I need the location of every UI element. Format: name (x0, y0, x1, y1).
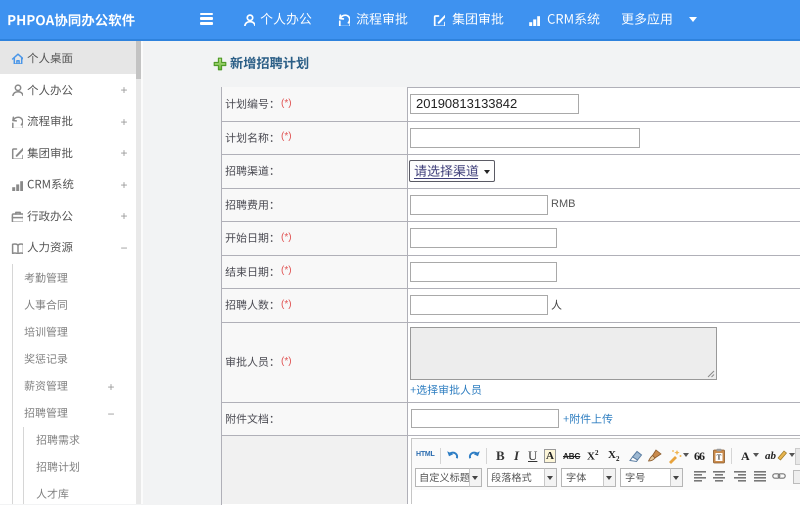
svg-text:T: T (717, 454, 722, 462)
